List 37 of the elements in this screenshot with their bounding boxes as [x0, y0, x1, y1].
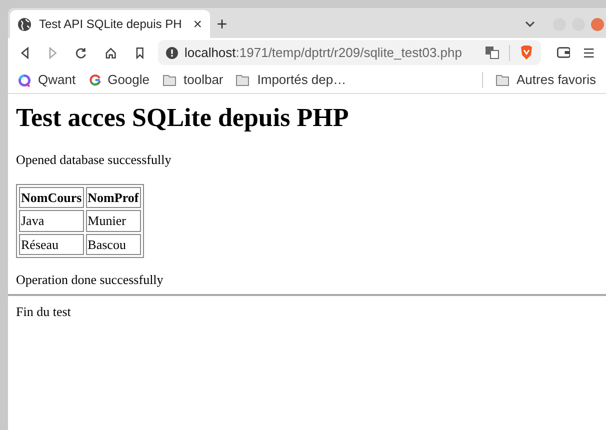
address-bar[interactable]: localhost:1971/temp/dptrt/r209/sqlite_test03.php	[158, 40, 541, 65]
column-header: NomProf	[86, 186, 141, 208]
bookmark-link[interactable]: Importés dep…	[257, 70, 346, 90]
tab-close-button[interactable]: ×	[193, 16, 202, 32]
reload-icon[interactable]	[75, 46, 88, 58]
shield-icon[interactable]	[520, 45, 533, 60]
bookmark-link[interactable]: Qwant	[38, 70, 76, 90]
bookmark-icon[interactable]	[134, 46, 144, 58]
bookmark-link[interactable]: Google	[108, 70, 150, 90]
status-message: Operation done successfully	[15, 271, 164, 289]
table-cell: Munier	[86, 210, 141, 232]
column-header: NomCours	[19, 186, 84, 208]
folder-icon	[496, 74, 510, 86]
browser-tab[interactable]: Test API SQLite depuis PH ×	[10, 10, 210, 38]
letter-g-icon	[88, 74, 101, 86]
footer-text: Fin du test	[15, 302, 72, 320]
info-icon[interactable]	[166, 46, 178, 58]
tab-title: Test API SQLite depuis PH	[39, 16, 183, 33]
folder-icon	[236, 74, 250, 86]
bookmark-link[interactable]: toolbar	[184, 70, 224, 90]
home-icon[interactable]	[105, 46, 117, 58]
back-icon[interactable]	[20, 46, 30, 58]
table-cell: Réseau	[19, 234, 84, 255]
globe-icon	[18, 18, 31, 30]
chevron-down-icon[interactable]	[525, 21, 535, 27]
page-heading: Test acces SQLite depuis PHP	[15, 102, 350, 134]
status-message: Opened database successfully	[15, 151, 172, 169]
ring-icon	[18, 74, 31, 86]
table-cell: Java	[19, 210, 84, 232]
table-cell: Bascou	[86, 234, 141, 255]
folder-icon	[162, 74, 176, 86]
new-tab-button[interactable]: +	[210, 10, 234, 38]
bookmark-link[interactable]: Autres favoris	[516, 70, 596, 90]
wallet-icon[interactable]	[556, 47, 570, 58]
url-text: localhost:1971/temp/dptrt/r209/sqlite_test03.php	[184, 44, 462, 62]
translate-icon[interactable]	[484, 46, 499, 59]
menu-icon[interactable]	[584, 48, 594, 58]
